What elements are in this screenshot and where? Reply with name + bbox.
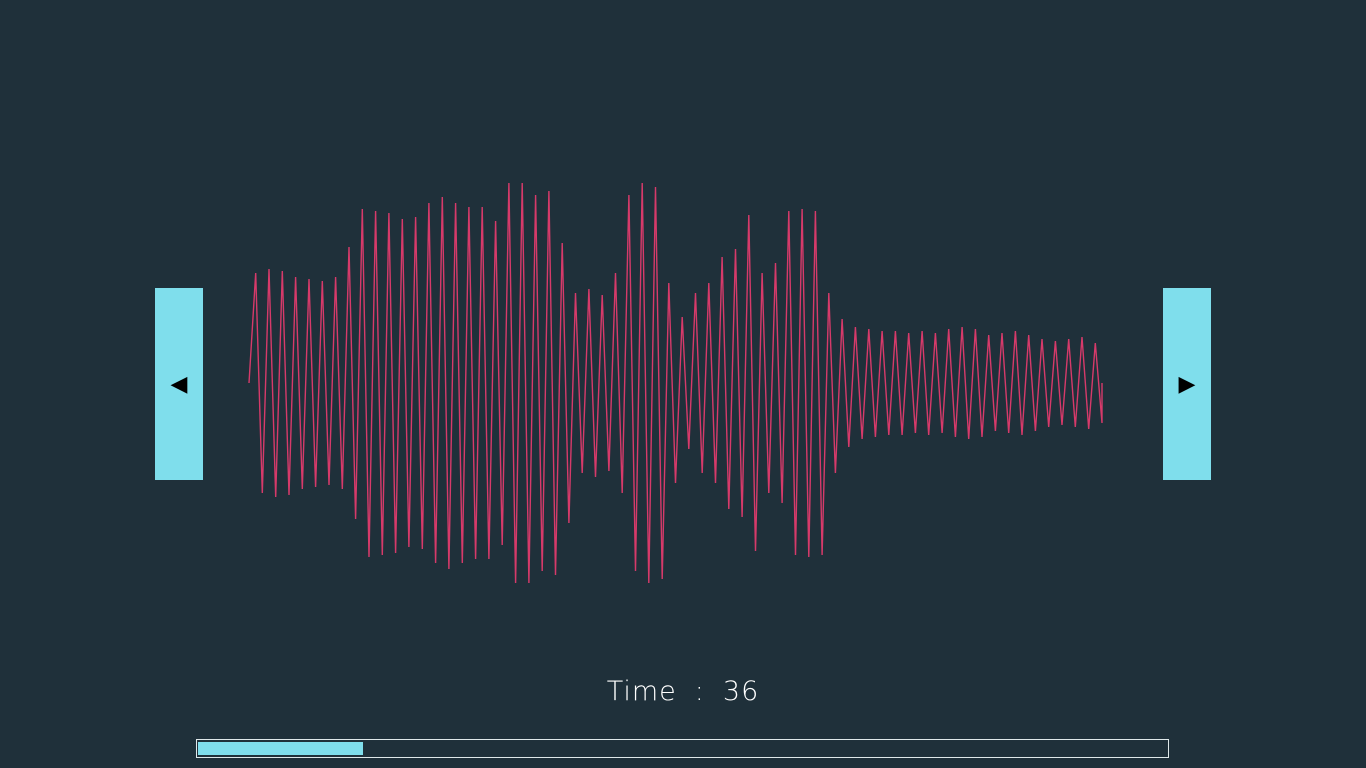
waveform-plot [248,182,1103,584]
next-button[interactable]: ▶ [1163,288,1211,480]
progress-bar[interactable] [196,739,1169,758]
triangle-left-icon: ◀ [170,371,188,396]
time-readout: Time:36 [0,676,1366,707]
progress-fill [198,742,363,755]
audio-visualizer-stage: ◀ ▶ Time:36 [0,0,1366,768]
triangle-right-icon: ▶ [1178,371,1196,396]
time-label: Time [606,676,677,707]
previous-button[interactable]: ◀ [155,288,203,480]
waveform-line [248,182,1103,584]
time-separator: : [694,676,705,707]
time-value: 36 [722,676,760,707]
